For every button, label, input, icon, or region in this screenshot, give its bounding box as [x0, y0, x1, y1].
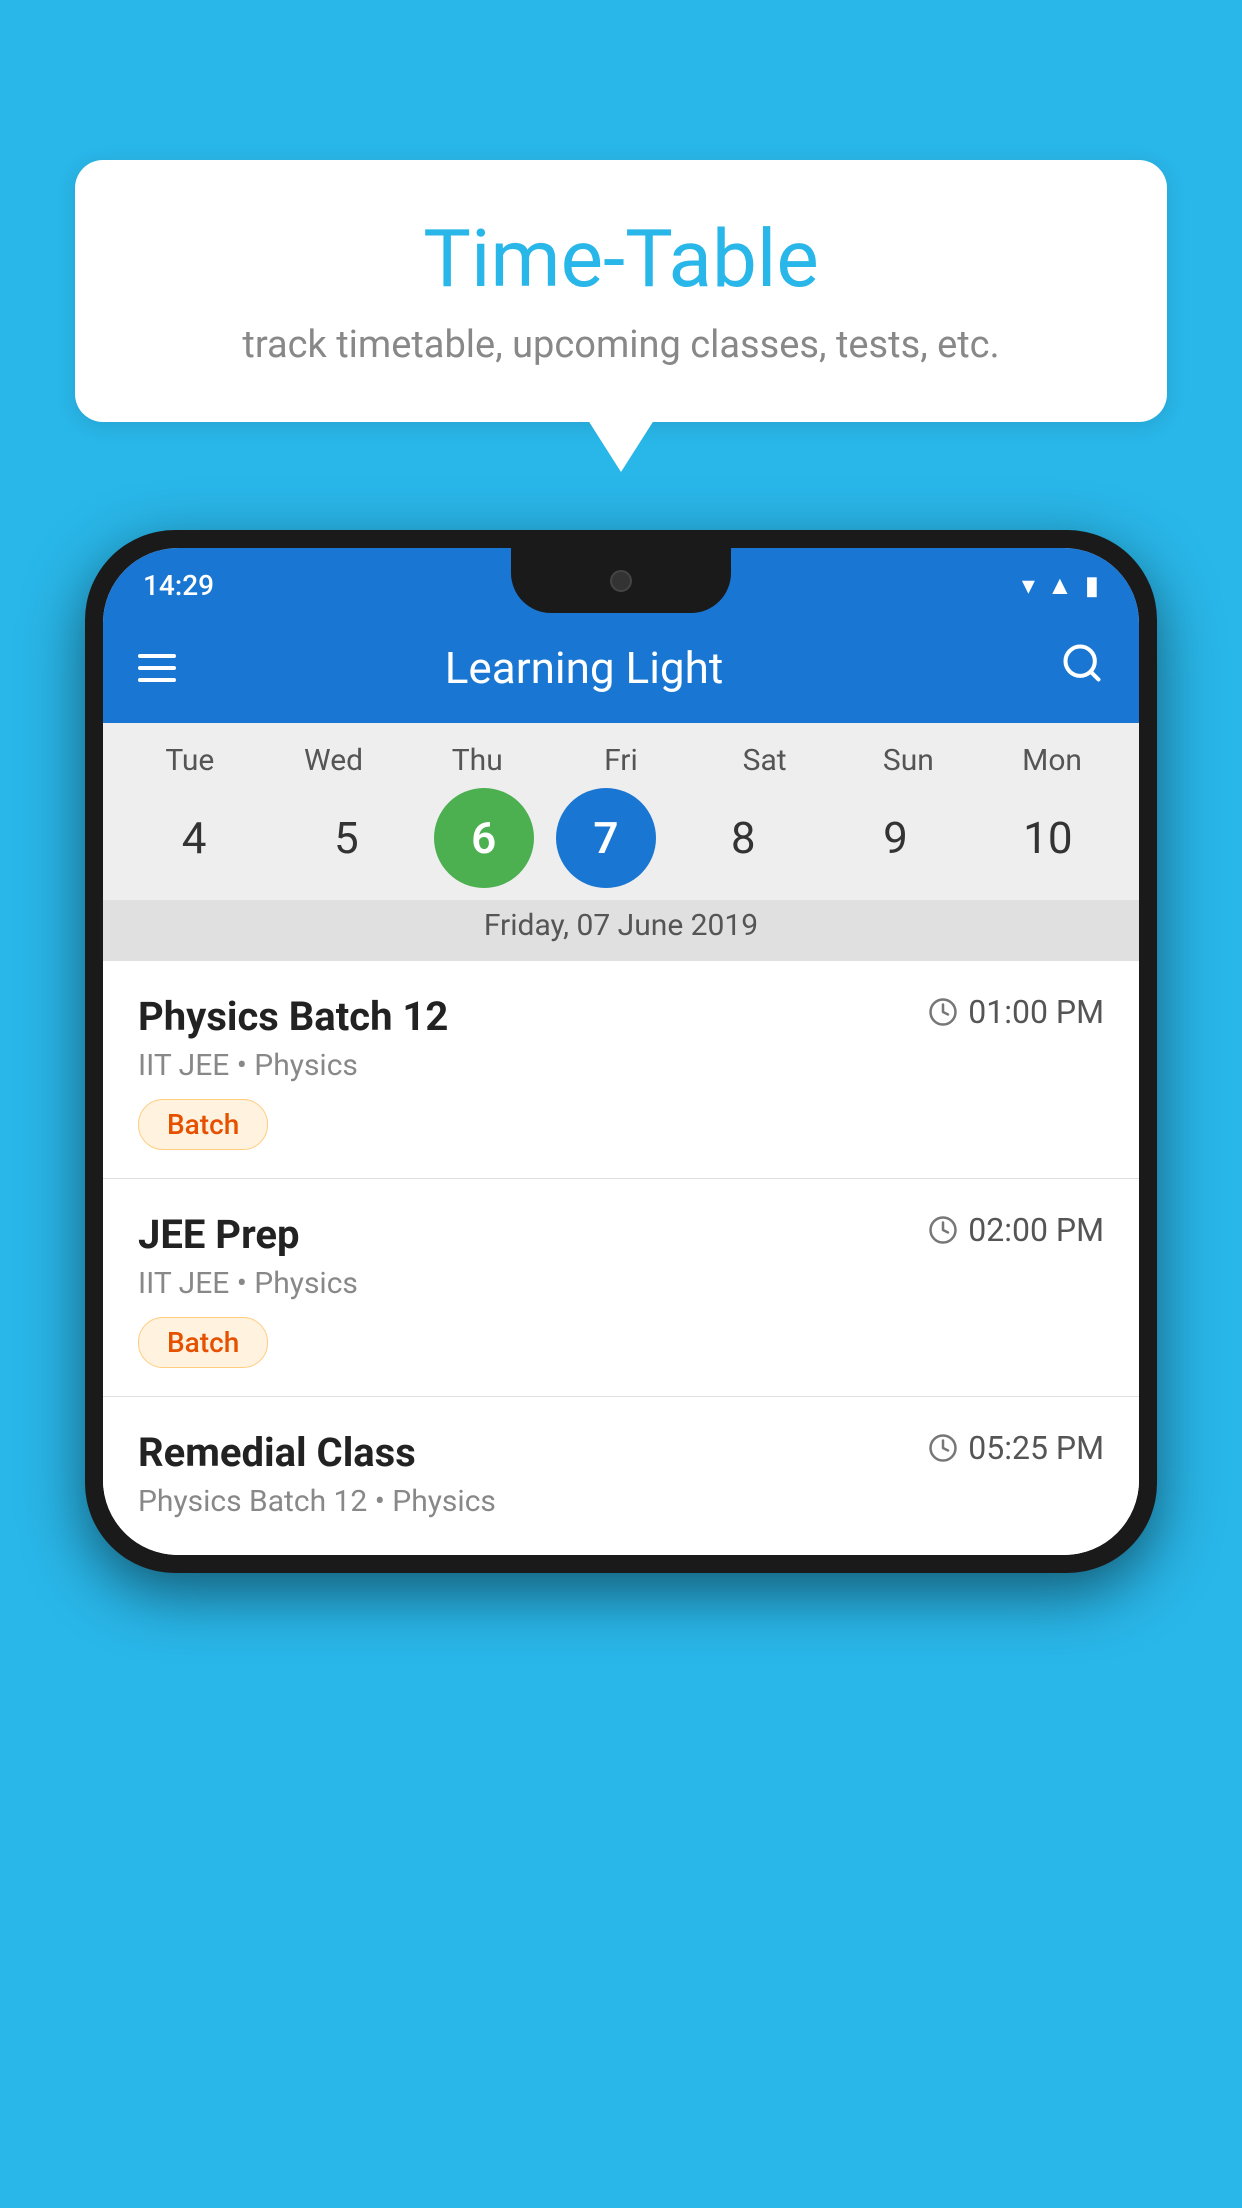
phone-camera — [610, 570, 632, 592]
clock-icon — [928, 997, 958, 1027]
day-10[interactable]: 10 — [983, 788, 1113, 888]
day-label-thu: Thu — [412, 743, 542, 778]
phone-notch — [511, 548, 731, 613]
schedule-item-2-time: 02:00 PM — [928, 1211, 1104, 1249]
day-9[interactable]: 9 — [831, 788, 961, 888]
status-icons: ▾ ▲ ▮ — [1022, 570, 1099, 601]
hamburger-line-2 — [138, 666, 176, 670]
schedule-item-1[interactable]: Physics Batch 12 01:00 PM IIT JEE • Phys… — [103, 961, 1139, 1179]
phone-outer: 14:29 ▾ ▲ ▮ Learning Light — [85, 530, 1157, 1573]
day-5[interactable]: 5 — [281, 788, 411, 888]
schedule-item-3-sub: Physics Batch 12 • Physics — [138, 1484, 1104, 1519]
schedule-list: Physics Batch 12 01:00 PM IIT JEE • Phys… — [103, 961, 1139, 1555]
schedule-item-1-header: Physics Batch 12 01:00 PM — [138, 993, 1104, 1040]
app-bar-title: Learning Light — [206, 642, 962, 694]
search-icon[interactable] — [1060, 641, 1104, 696]
status-time: 14:29 — [143, 569, 214, 602]
days-header: Tue Wed Thu Fri Sat Sun Mon — [103, 743, 1139, 778]
app-bar: Learning Light — [103, 613, 1139, 723]
hamburger-menu-button[interactable] — [138, 654, 176, 682]
schedule-item-2-sub: IIT JEE • Physics — [138, 1266, 1104, 1301]
schedule-item-1-time: 01:00 PM — [928, 993, 1104, 1031]
schedule-item-3-time: 05:25 PM — [928, 1429, 1104, 1467]
calendar-strip: Tue Wed Thu Fri Sat Sun Mon 4 5 6 7 8 9 … — [103, 723, 1139, 961]
clock-icon-3 — [928, 1433, 958, 1463]
speech-bubble-section: Time-Table track timetable, upcoming cla… — [75, 160, 1167, 422]
schedule-item-1-title: Physics Batch 12 — [138, 993, 448, 1040]
hamburger-line-1 — [138, 654, 176, 658]
day-label-sat: Sat — [700, 743, 830, 778]
battery-icon: ▮ — [1085, 571, 1099, 601]
signal-icon: ▲ — [1047, 570, 1073, 601]
wifi-icon: ▾ — [1022, 571, 1035, 601]
day-7-selected[interactable]: 7 — [556, 788, 656, 888]
schedule-item-3[interactable]: Remedial Class 05:25 PM Physics Batch 12… — [103, 1397, 1139, 1555]
day-label-sun: Sun — [843, 743, 973, 778]
day-label-tue: Tue — [125, 743, 255, 778]
selected-date-label: Friday, 07 June 2019 — [103, 900, 1139, 961]
schedule-item-1-sub: IIT JEE • Physics — [138, 1048, 1104, 1083]
day-label-wed: Wed — [269, 743, 399, 778]
hamburger-line-3 — [138, 678, 176, 682]
speech-bubble-subtitle: track timetable, upcoming classes, tests… — [135, 323, 1107, 367]
schedule-item-3-header: Remedial Class 05:25 PM — [138, 1429, 1104, 1476]
day-4[interactable]: 4 — [129, 788, 259, 888]
batch-badge-2: Batch — [138, 1317, 268, 1368]
batch-badge-1: Batch — [138, 1099, 268, 1150]
schedule-item-3-title: Remedial Class — [138, 1429, 416, 1476]
day-label-fri: Fri — [556, 743, 686, 778]
phone-screen: 14:29 ▾ ▲ ▮ Learning Light — [103, 548, 1139, 1555]
schedule-item-2[interactable]: JEE Prep 02:00 PM IIT JEE • Physics Batc… — [103, 1179, 1139, 1397]
speech-bubble-title: Time-Table — [135, 215, 1107, 303]
days-numbers: 4 5 6 7 8 9 10 — [103, 788, 1139, 888]
schedule-item-2-header: JEE Prep 02:00 PM — [138, 1211, 1104, 1258]
schedule-item-2-title: JEE Prep — [138, 1211, 299, 1258]
day-label-mon: Mon — [987, 743, 1117, 778]
clock-icon-2 — [928, 1215, 958, 1245]
speech-bubble: Time-Table track timetable, upcoming cla… — [75, 160, 1167, 422]
day-8[interactable]: 8 — [678, 788, 808, 888]
day-6-today[interactable]: 6 — [434, 788, 534, 888]
phone-mockup: 14:29 ▾ ▲ ▮ Learning Light — [85, 530, 1157, 2208]
